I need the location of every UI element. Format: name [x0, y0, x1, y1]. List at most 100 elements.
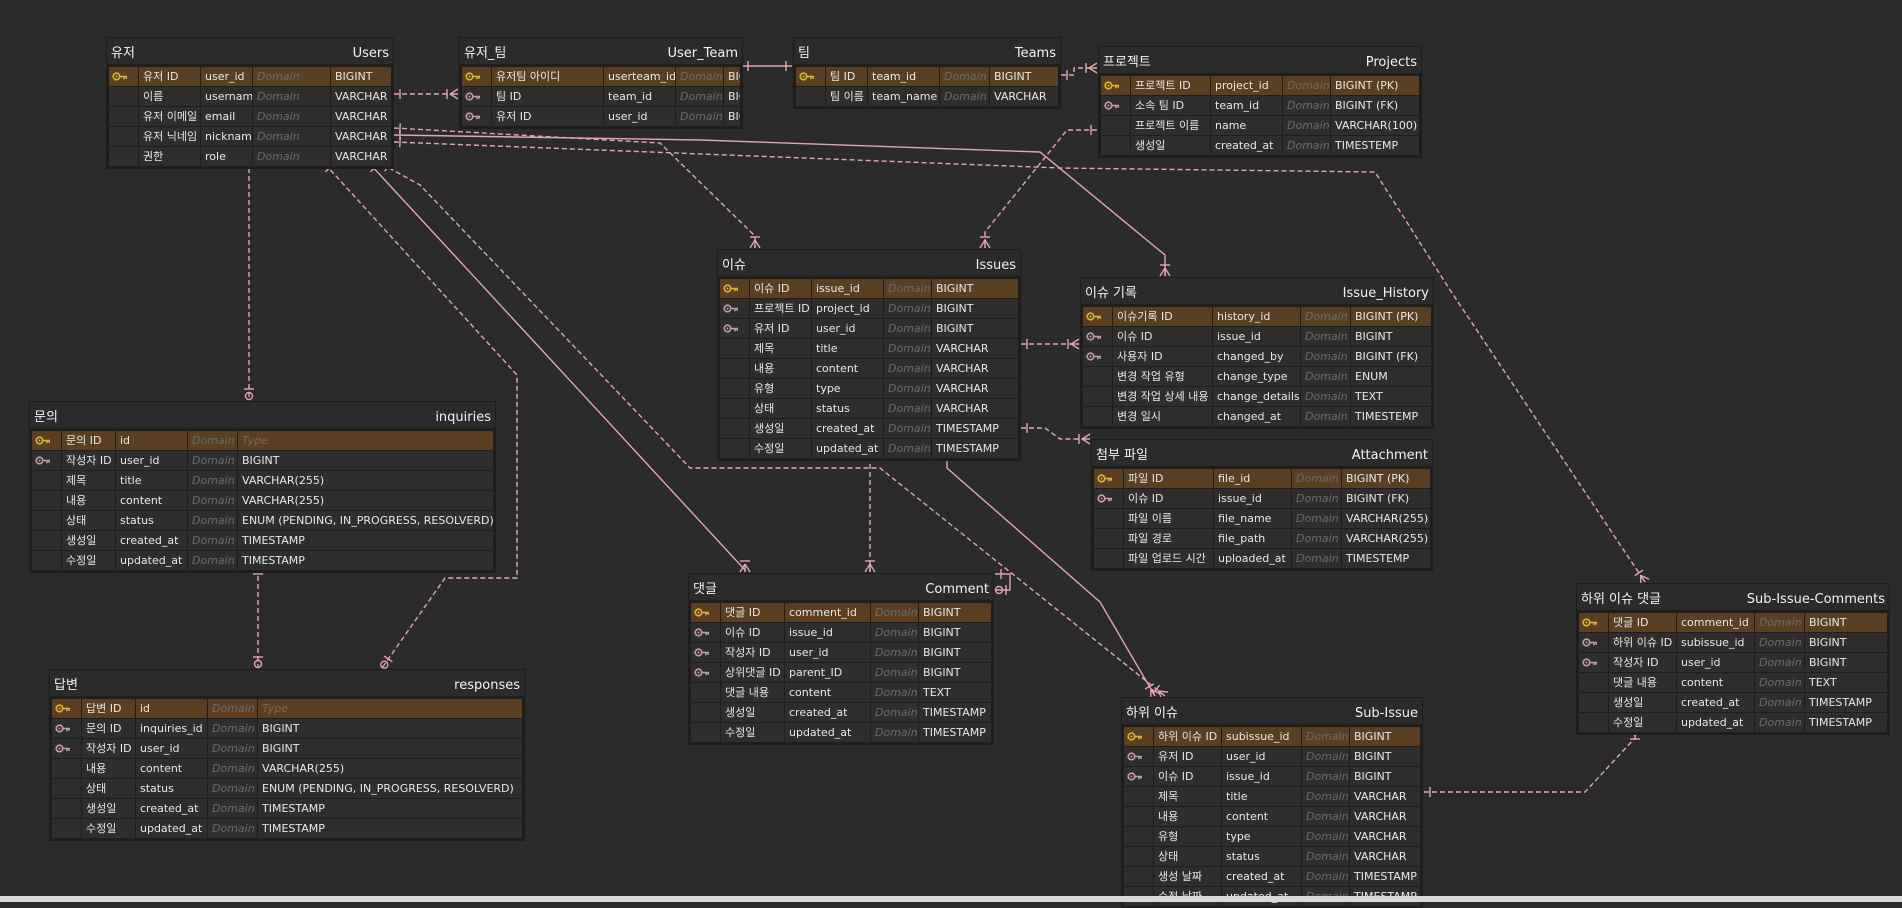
attribute-logical-name[interactable]: 유저 닉네임 [139, 127, 201, 146]
attribute-logical-name[interactable]: 팀 이름 [826, 87, 868, 106]
entity-header[interactable]: 이슈Issues [718, 250, 1020, 276]
entity-comment[interactable]: 댓글Comment 댓글 IDcomment_idDomainBIGINT 이슈… [689, 574, 993, 744]
attribute-column-name[interactable]: history_id [1213, 307, 1301, 326]
attribute-row[interactable]: 유저 IDuser_idDomainBIGINT [109, 66, 391, 86]
attribute-column-name[interactable]: userteam_id [604, 67, 676, 86]
attribute-domain[interactable]: Domain [1301, 347, 1351, 366]
attribute-domain[interactable]: Domain [1302, 727, 1350, 746]
attribute-column-name[interactable]: content [1222, 807, 1302, 826]
attribute-logical-name[interactable]: 댓글 ID [721, 603, 785, 622]
attribute-column-name[interactable]: subissue_id [1677, 633, 1755, 652]
attribute-column-name[interactable]: status [136, 779, 208, 798]
attribute-data-type[interactable]: BIGINT [238, 451, 493, 470]
attribute-domain[interactable]: Domain [884, 339, 932, 358]
attribute-data-type[interactable]: VARCHAR [331, 87, 391, 106]
attribute-domain[interactable]: Domain [253, 67, 331, 86]
entity-sub-issue-comments[interactable]: 하위 이슈 댓글Sub-Issue-Comments 댓글 IDcomment_… [1577, 584, 1889, 734]
attribute-column-name[interactable]: change_type [1213, 367, 1301, 386]
attribute-column-name[interactable]: subissue_id [1222, 727, 1302, 746]
attribute-domain[interactable]: Domain [1301, 387, 1351, 406]
attribute-data-type[interactable]: BIGINT [724, 87, 740, 106]
attribute-data-type[interactable]: TIMESTAMP [258, 799, 522, 818]
attribute-row[interactable]: 유저 IDuser_idDomainBIGINT [462, 106, 740, 126]
attribute-column-name[interactable]: parent_ID [785, 663, 871, 682]
attribute-data-type[interactable]: BIGINT [932, 319, 1018, 338]
attribute-domain[interactable]: Domain [1302, 767, 1350, 786]
attribute-data-type[interactable]: VARCHAR [1350, 847, 1420, 866]
attribute-column-name[interactable]: created_at [116, 531, 188, 550]
attribute-column-name[interactable]: created_at [1677, 693, 1755, 712]
attribute-row[interactable]: 생성일created_atDomainTIMESTAMP [691, 702, 991, 722]
attribute-row[interactable]: 권한 roleDomainVARCHAR [109, 146, 391, 166]
attribute-logical-name[interactable]: 팀 ID [492, 87, 604, 106]
attribute-row[interactable]: 프로젝트 IDproject_idDomainBIGINT (PK) [1101, 75, 1419, 95]
attribute-logical-name[interactable]: 작성자 ID [721, 643, 785, 662]
attribute-data-type[interactable]: BIGINT [1805, 653, 1887, 672]
attribute-logical-name[interactable]: 생성일 [82, 799, 136, 818]
attribute-domain[interactable]: Domain [940, 87, 990, 106]
attribute-domain[interactable]: Domain [1283, 136, 1331, 155]
attribute-domain[interactable]: Domain [884, 419, 932, 438]
attribute-row[interactable]: 유저 이메일emailDomainVARCHAR [109, 106, 391, 126]
attribute-row[interactable]: 상태statusDomainENUM (PENDING, IN_PROGRESS… [52, 778, 522, 798]
attribute-row[interactable]: 제목titleDomainVARCHAR(255) [32, 470, 493, 490]
attribute-column-name[interactable]: user_id [785, 643, 871, 662]
attribute-column-name[interactable]: project_id [1211, 76, 1283, 95]
attribute-data-type[interactable]: VARCHAR [932, 359, 1018, 378]
entity-header[interactable]: 댓글Comment [689, 574, 993, 600]
entity-header[interactable]: 이슈 기록Issue_History [1081, 278, 1433, 304]
attribute-domain[interactable]: Domain [884, 319, 932, 338]
attribute-data-type[interactable]: BIGINT [1805, 633, 1887, 652]
attribute-column-name[interactable]: changed_by [1213, 347, 1301, 366]
attribute-column-name[interactable]: title [812, 339, 884, 358]
attribute-domain[interactable]: Domain [208, 719, 258, 738]
attribute-column-name[interactable]: created_at [812, 419, 884, 438]
entity-projects[interactable]: 프로젝트Projects 프로젝트 IDproject_idDomainBIGI… [1099, 47, 1421, 157]
attribute-logical-name[interactable]: 파일 경로 [1124, 529, 1214, 548]
attribute-logical-name[interactable]: 소속 팀 ID [1131, 96, 1211, 115]
attribute-data-type[interactable]: BIGINT (FK) [1331, 96, 1419, 115]
entity-header[interactable]: 첨부 파일Attachment [1092, 440, 1432, 466]
entity-users[interactable]: 유저Users 유저 IDuser_idDomainBIGINT이름userna… [107, 38, 393, 168]
attribute-domain[interactable]: Domain [188, 451, 238, 470]
attribute-row[interactable]: 변경 작업 유형change_typeDomainENUM [1083, 366, 1431, 386]
attribute-logical-name[interactable]: 이슈 ID [1154, 767, 1222, 786]
attribute-row[interactable]: 파일 IDfile_idDomainBIGINT (PK) [1094, 468, 1430, 488]
attribute-domain[interactable]: Domain [1302, 827, 1350, 846]
attribute-logical-name[interactable]: 내용 [1154, 807, 1222, 826]
attribute-logical-name[interactable]: 권한 [139, 147, 201, 166]
attribute-column-name[interactable]: team_id [1211, 96, 1283, 115]
attribute-data-type[interactable]: BIGINT [724, 107, 740, 126]
attribute-column-name[interactable]: title [116, 471, 188, 490]
attribute-row[interactable]: 상태statusDomainENUM (PENDING, IN_PROGRESS… [32, 510, 493, 530]
attribute-domain[interactable]: Domain [1302, 787, 1350, 806]
attribute-domain[interactable]: Domain [871, 663, 919, 682]
attribute-column-name[interactable]: title [1222, 787, 1302, 806]
attribute-row[interactable]: 생성 날짜created_atDomainTIMESTAMP [1124, 866, 1420, 886]
attribute-data-type[interactable]: TIMESTEMP [1342, 549, 1430, 568]
attribute-data-type[interactable]: BIGINT [1351, 327, 1431, 346]
attribute-row[interactable]: 하위 이슈 IDsubissue_idDomainBIGINT [1579, 632, 1887, 652]
attribute-column-name[interactable]: user_id [116, 451, 188, 470]
attribute-row[interactable]: 내용contentDomainVARCHAR(255) [32, 490, 493, 510]
attribute-data-type[interactable]: VARCHAR(255) [258, 759, 522, 778]
attribute-domain[interactable]: Domain [208, 819, 258, 838]
attribute-domain[interactable]: Domain [1302, 847, 1350, 866]
attribute-domain[interactable]: Domain [188, 471, 238, 490]
attribute-logical-name[interactable]: 유저 이메일 [139, 107, 201, 126]
attribute-data-type[interactable]: TIMESTAMP [919, 703, 991, 722]
attribute-column-name[interactable]: id [136, 699, 208, 718]
attribute-domain[interactable]: Domain [1283, 96, 1331, 115]
attribute-domain[interactable]: Domain [208, 779, 258, 798]
attribute-domain[interactable]: Domain [1755, 713, 1805, 732]
attribute-logical-name[interactable]: 수정일 [721, 723, 785, 742]
attribute-data-type[interactable]: TIMESTAMP [1350, 867, 1420, 886]
attribute-column-name[interactable]: user_id [812, 319, 884, 338]
attribute-row[interactable]: 프로젝트 IDproject_idDomainBIGINT [720, 298, 1018, 318]
attribute-data-type[interactable]: VARCHAR [331, 127, 391, 146]
attribute-column-name[interactable]: user_id [1677, 653, 1755, 672]
attribute-row[interactable]: 이슈 IDissue_idDomainBIGINT (FK) [1094, 488, 1430, 508]
attribute-logical-name[interactable]: 프로젝트 이름 [1131, 116, 1211, 135]
relationship-users-to-inquiries[interactable] [244, 160, 254, 400]
attribute-data-type[interactable]: ENUM (PENDING, IN_PROGRESS, RESOLVERD) [238, 511, 493, 530]
